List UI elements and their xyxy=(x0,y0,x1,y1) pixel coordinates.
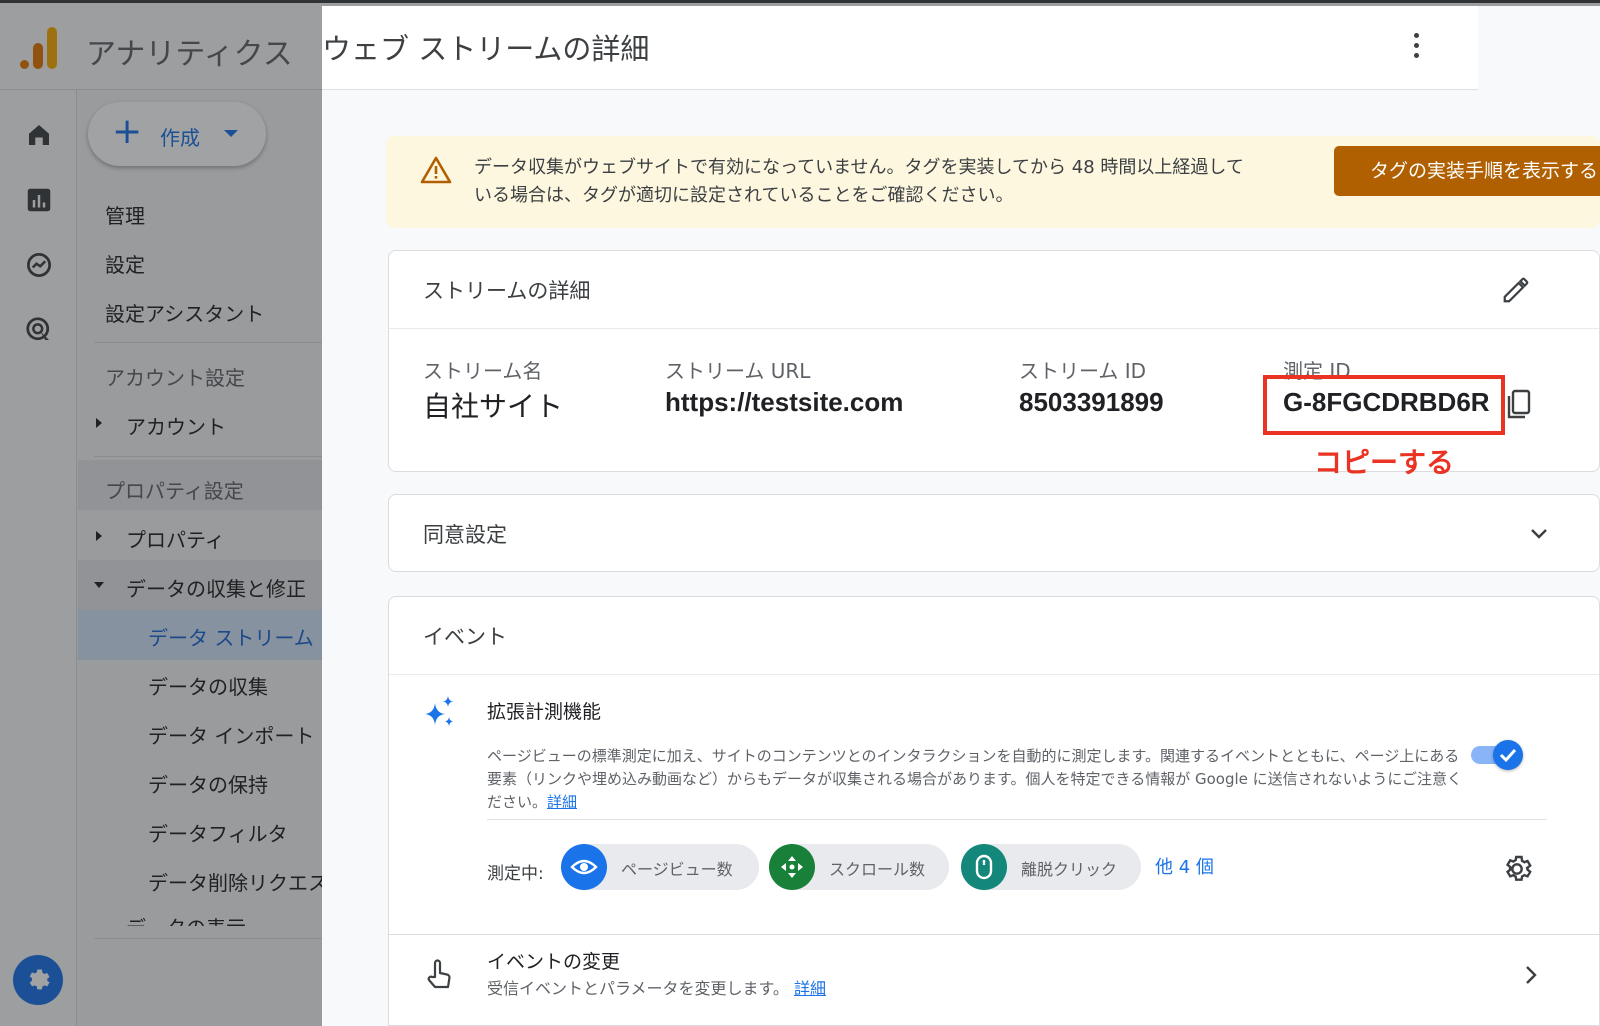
chevron-right-icon[interactable] xyxy=(1523,963,1539,987)
gear-icon[interactable] xyxy=(1501,853,1533,885)
warning-icon xyxy=(420,156,452,184)
stream-details-header: ストリームの詳細 xyxy=(389,251,1599,329)
modify-events-text: 受信イベントとパラメータを変更します。 xyxy=(487,979,789,998)
chip-label: スクロール数 xyxy=(829,860,926,879)
check-icon xyxy=(1499,748,1517,763)
enhanced-description-text: ページビューの標準測定に加え、サイトのコンテンツとのインタラクションを自動的に測… xyxy=(487,747,1463,811)
events-header: イベント xyxy=(389,597,1599,675)
enhanced-measurement-description: ページビューの標準測定に加え、サイトのコンテンツとのインタラクションを自動的に測… xyxy=(487,745,1467,814)
sparkle-icon xyxy=(425,696,453,726)
chip-page-views: ページビュー数 xyxy=(561,844,759,890)
stream-id-value: 8503391899 xyxy=(1019,387,1164,417)
copy-icon[interactable] xyxy=(1507,389,1533,419)
stream-details-title: ストリームの詳細 xyxy=(423,279,591,303)
data-collection-alert: データ収集がウェブサイトで有効になっていません。タグを実装してから 48 時間以… xyxy=(386,136,1600,228)
events-card: イベント 拡張計測機能 ページビューの標準測定に加え、サイトのコンテンツとのイン… xyxy=(388,596,1600,942)
stream-url-label: ストリーム URL xyxy=(665,359,811,383)
enhanced-measurement-title: 拡張計測機能 xyxy=(487,701,602,723)
modify-events-description: 受信イベントとパラメータを変更します。 詳細 xyxy=(487,975,826,999)
more-vert-icon[interactable] xyxy=(1410,33,1422,63)
edit-pencil-icon[interactable] xyxy=(1501,275,1531,305)
learn-more-link[interactable]: 詳細 xyxy=(794,979,826,998)
stream-name-label: ストリーム名 xyxy=(423,359,543,383)
chip-scrolls: スクロール数 xyxy=(769,844,949,890)
stream-details-card: ストリームの詳細 ストリーム名 自社サイト ストリーム URL https://… xyxy=(388,250,1600,479)
alert-message: データ収集がウェブサイトで有効になっていません。タグを実装してから 48 時間以… xyxy=(474,157,1244,206)
consent-settings-title: 同意設定 xyxy=(423,523,507,547)
enhanced-measurement-toggle[interactable] xyxy=(1471,740,1523,770)
scroll-icon xyxy=(769,844,815,890)
modify-events-title: イベントの変更 xyxy=(487,951,621,973)
events-title: イベント xyxy=(423,625,507,649)
more-events-link[interactable]: 他 4 個 xyxy=(1155,853,1214,879)
consent-settings-card[interactable]: 同意設定 xyxy=(388,494,1600,572)
view-tag-instructions-button[interactable]: タグの実装手順を表示する xyxy=(1334,146,1600,196)
touch-icon xyxy=(427,959,451,989)
modify-events-row[interactable]: イベントの変更 受信イベントとパラメータを変更します。 詳細 xyxy=(388,934,1600,1026)
stream-name-value: 自社サイト xyxy=(423,390,564,423)
chevron-down-icon[interactable] xyxy=(1529,527,1549,541)
stream-url-value: https://testsite.com xyxy=(665,387,904,417)
web-stream-details-panel: ウェブ ストリームの詳細 データ収集がウェブサイトで有効になっていません。タグを… xyxy=(322,6,1600,1026)
measuring-label: 測定中: xyxy=(487,864,544,884)
divider xyxy=(487,819,1547,820)
measurement-id-value[interactable]: G-8FGCDRBD6R xyxy=(1283,387,1490,418)
panel-title: ウェブ ストリームの詳細 xyxy=(322,32,650,66)
chip-label: 離脱クリック xyxy=(1021,860,1118,879)
learn-more-link[interactable]: 詳細 xyxy=(547,793,577,811)
panel-header: ウェブ ストリームの詳細 xyxy=(322,6,1478,90)
eye-icon xyxy=(561,844,607,890)
mouse-icon xyxy=(961,844,1007,890)
copy-annotation: コピーする xyxy=(1314,446,1455,479)
chip-outbound-clicks: 離脱クリック xyxy=(961,844,1141,890)
chip-label: ページビュー数 xyxy=(621,860,733,879)
stream-id-label: ストリーム ID xyxy=(1019,359,1147,383)
